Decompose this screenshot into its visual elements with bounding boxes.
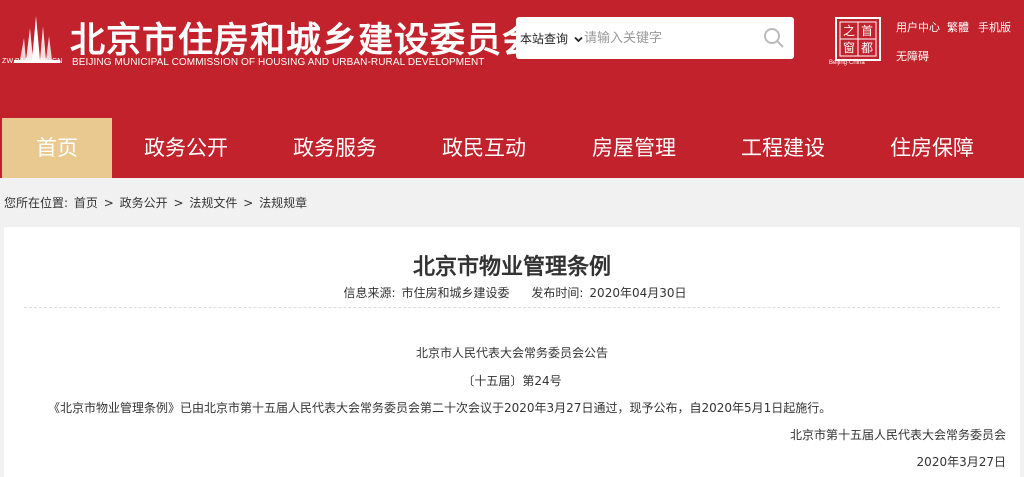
accessibility-link[interactable]: 无障碍: [896, 48, 929, 64]
logo-domain-text: ZW.BJJS.GOV.CN: [2, 58, 63, 65]
breadcrumb: 您所在位置: 首页 > 政务公开 > 法规文件 > 法规规章: [4, 194, 309, 211]
announcement-title: 北京市人民代表大会常务委员会公告: [415, 346, 608, 360]
publish-date: 2020年04月30日: [589, 286, 687, 300]
nav-item-government-services[interactable]: 政务服务: [273, 118, 397, 178]
user-center-link[interactable]: 用户中心: [896, 19, 940, 35]
nav-item-public-interaction[interactable]: 政民互动: [422, 118, 546, 178]
nav-item-housing-security[interactable]: 住房保障: [870, 118, 994, 178]
site-header: ZW.BJJS.GOV.CN 北京市住房和城乡建设委员会 BEIJING MUN…: [0, 0, 1024, 118]
nav-item-housing-management[interactable]: 房屋管理: [572, 118, 696, 178]
search-scope-label: 本站查询: [520, 32, 569, 46]
breadcrumb-separator: >: [243, 196, 254, 210]
signature-date: 2020年3月27日: [916, 455, 1006, 469]
chevron-down-icon: [574, 36, 583, 43]
announcement-number: 〔十五届〕第24号: [462, 374, 562, 388]
article-meta: 信息来源: 市住房和城乡建设委 发布时间: 2020年04月30日: [4, 284, 1020, 301]
search-box: 本站查询: [516, 17, 794, 59]
capital-logo-caption: Beijing·China: [829, 60, 865, 66]
article-title: 北京市物业管理条例: [412, 255, 611, 280]
search-input[interactable]: [584, 25, 764, 51]
breadcrumb-prefix: 您所在位置:: [4, 196, 69, 210]
breadcrumb-item-home[interactable]: 首页: [74, 196, 98, 210]
site-subtitle: BEIJING MUNICIPAL COMMISSION OF HOUSING …: [72, 57, 485, 68]
traditional-chinese-link[interactable]: 繁體: [947, 19, 969, 35]
breadcrumb-item-regulations[interactable]: 法规文件: [189, 196, 237, 210]
main-nav: 首页 政务公开 政务服务 政民互动 房屋管理 工程建设 住房保障: [0, 118, 1024, 178]
source-value: 市住房和城乡建设委: [401, 286, 510, 300]
capital-char-3: 之: [843, 24, 855, 38]
capital-char-2: 都: [861, 41, 873, 55]
nav-item-government-affairs[interactable]: 政务公开: [124, 118, 248, 178]
article-container: 北京市物业管理条例 信息来源: 市住房和城乡建设委 发布时间: 2020年04月30…: [4, 227, 1020, 477]
date-label: 发布时间:: [531, 286, 584, 300]
source-label: 信息来源:: [343, 286, 396, 300]
search-scope-select[interactable]: 本站查询: [520, 30, 583, 47]
nav-item-home[interactable]: 首页: [2, 118, 112, 178]
breadcrumb-separator: >: [173, 196, 184, 210]
mobile-version-link[interactable]: 手机版: [978, 19, 1011, 35]
article-body: 《北京市物业管理条例》已由北京市第十五届人民代表大会常务委员会第二十次会议于20…: [48, 401, 832, 415]
nav-item-construction[interactable]: 工程建设: [721, 118, 845, 178]
breadcrumb-item-rules[interactable]: 法规规章: [259, 196, 307, 210]
breadcrumb-separator: >: [103, 196, 114, 210]
breadcrumb-item-government-affairs[interactable]: 政务公开: [120, 196, 168, 210]
site-title[interactable]: 北京市住房和城乡建设委员会: [70, 12, 538, 63]
capital-char-4: 窗: [843, 41, 855, 55]
search-icon[interactable]: [762, 26, 786, 50]
signature: 北京市第十五届人民代表大会常务委员会: [789, 428, 1006, 442]
capital-char-1: 首: [861, 24, 873, 38]
divider: [24, 307, 1000, 308]
